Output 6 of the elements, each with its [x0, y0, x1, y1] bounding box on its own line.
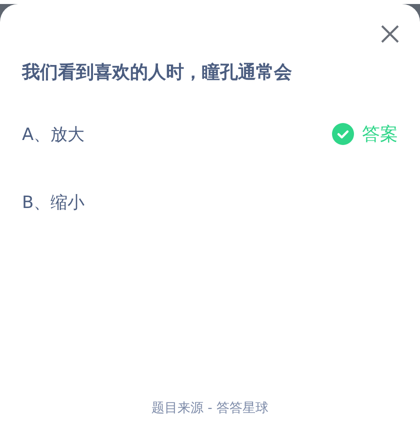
close-icon[interactable]: [380, 24, 400, 44]
answer-label: 答案: [362, 123, 398, 146]
source-text: 题目来源 - 答答星球: [150, 400, 270, 417]
option-text[interactable]: B、缩小: [22, 190, 85, 214]
option-text[interactable]: A、放大: [22, 122, 85, 146]
question-text: 我们看到喜欢的人时，瞳孔通常会: [22, 61, 293, 84]
